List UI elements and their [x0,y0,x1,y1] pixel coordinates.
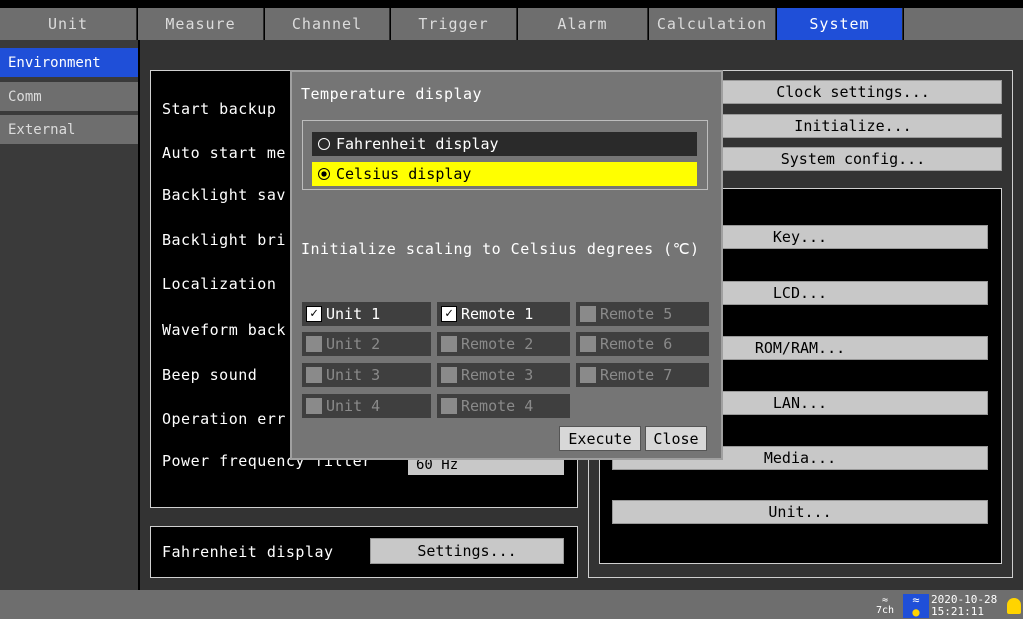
tab-alarm[interactable]: Alarm [518,8,648,40]
checkbox-unit-4: Unit 4 [302,394,431,418]
option-fahrenheit[interactable]: Fahrenheit display [312,132,697,156]
setting-label-backlight-brightness: Backlight bri [162,231,286,249]
radio-off-icon [318,138,330,150]
checkbox-remote-7: Remote 7 [576,363,709,387]
checkbox-unit-1[interactable]: ✓ Unit 1 [302,302,431,326]
checkbox-empty-icon [441,336,457,352]
option-celsius[interactable]: Celsius display [312,162,697,186]
tab-unit[interactable]: Unit [0,8,137,40]
checkbox-empty-icon [441,367,457,383]
status-bar [0,590,1023,619]
fahrenheit-label: Fahrenheit display [162,543,334,561]
checkbox-remote-6: Remote 6 [576,332,709,356]
checkbox-unit-3: Unit 3 [302,363,431,387]
wireless-status: ≈ 7ch [871,596,899,616]
setting-label-waveform-back: Waveform back [162,321,286,339]
checkbox-remote-2: Remote 2 [437,332,570,356]
tab-system[interactable]: System [777,8,903,40]
setting-label-backlight-saver: Backlight sav [162,186,286,204]
tab-trigger[interactable]: Trigger [391,8,517,40]
checkbox-remote-4: Remote 4 [437,394,570,418]
checkbox-empty-icon [306,336,322,352]
status-time: 15:21:11 [931,605,984,618]
setting-label-start-backup: Start backup [162,100,277,118]
setting-label-beep-sound: Beep sound [162,366,258,384]
signal-icon: ≈ ● [903,594,929,618]
close-button[interactable]: Close [645,426,707,451]
execute-button[interactable]: Execute [559,426,641,451]
tab-measure[interactable]: Measure [138,8,264,40]
check-icon: ✓ [306,306,322,322]
tab-calculation[interactable]: Calculation [649,8,776,40]
checkbox-empty-icon [306,367,322,383]
checkbox-remote-1[interactable]: ✓ Remote 1 [437,302,570,326]
setting-label-auto-start: Auto start me [162,144,286,162]
dialog-title: Temperature display [301,85,483,103]
checkbox-empty-icon [441,398,457,414]
radio-on-icon [318,168,330,180]
sidebar-item-external[interactable]: External [0,115,138,145]
setting-label-operation-error: Operation err [162,410,286,428]
option-celsius-label: Celsius display [336,165,472,183]
channel-count: 7ch [875,605,895,616]
checkbox-unit-2: Unit 2 [302,332,431,356]
checkbox-empty-icon [306,398,322,414]
sidebar-item-comm[interactable]: Comm [0,82,138,112]
checkbox-empty-icon [580,367,596,383]
unit-button[interactable]: Unit... [612,500,988,524]
sidebar-item-environment[interactable]: Environment [0,48,138,78]
checkbox-remote-3: Remote 3 [437,363,570,387]
power-plug-icon [1007,598,1021,614]
checkbox-remote-5: Remote 5 [576,302,709,326]
check-icon: ✓ [441,306,457,322]
checkbox-empty-icon [580,336,596,352]
fahrenheit-settings-button[interactable]: Settings... [370,538,564,564]
option-fahrenheit-label: Fahrenheit display [336,135,499,153]
init-scaling-text: Initialize scaling to Celsius degrees (℃… [301,240,700,258]
setting-label-localization: Localization [162,275,277,293]
datetime: 2020-10-28 15:21:11 [931,594,1006,619]
checkbox-empty-icon [580,306,596,322]
tab-bar-filler [904,8,1023,40]
tab-channel[interactable]: Channel [265,8,390,40]
